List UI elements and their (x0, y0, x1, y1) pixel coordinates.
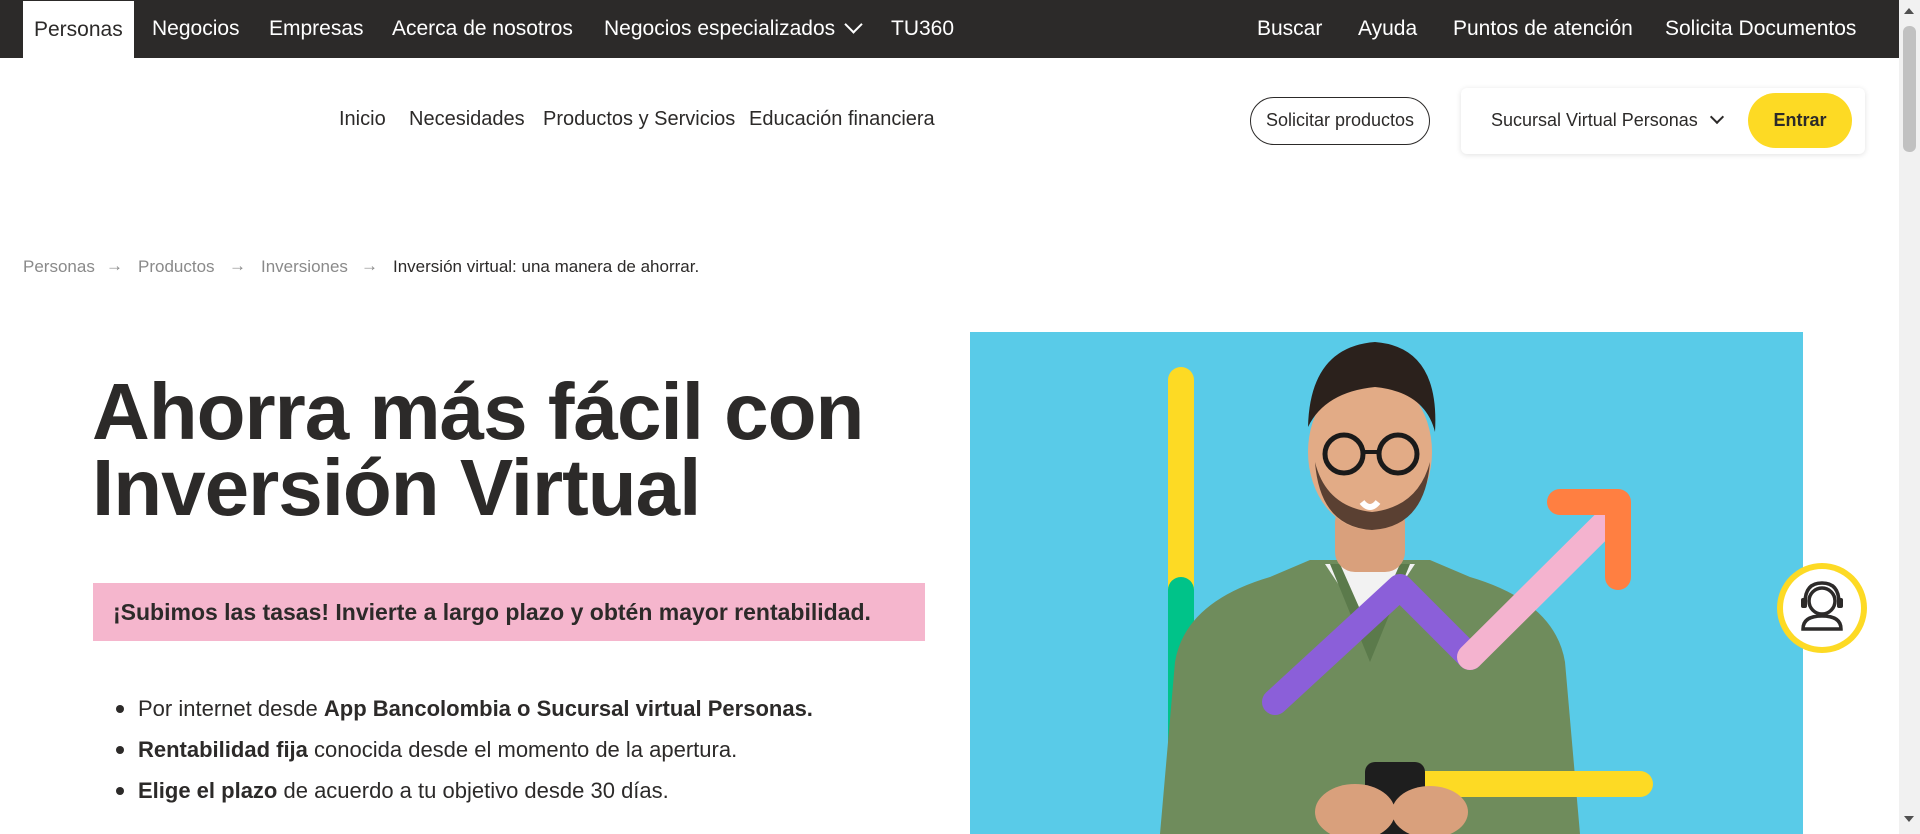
breadcrumb-productos[interactable]: Productos (138, 257, 215, 277)
chevron-down-icon (1709, 109, 1724, 125)
hero-image (970, 332, 1803, 834)
nav-inicio[interactable]: Inicio (339, 108, 386, 131)
list-item: Elige el plazo de acuerdo a tu objetivo … (116, 770, 813, 811)
sucursal-virtual-panel: Sucursal Virtual Personas Entrar (1461, 88, 1865, 154)
tab-acerca-de-nosotros[interactable]: Acerca de nosotros (392, 0, 573, 58)
nav-productos-y-servicios[interactable]: Productos y Servicios (543, 108, 735, 131)
nav-educacion-financiera[interactable]: Educación financiera (749, 108, 935, 131)
arrow-right-icon: → (229, 256, 246, 275)
chat-assistant-icon (1783, 569, 1861, 647)
benefits-list: Por internet desde App Bancolombia o Suc… (116, 688, 813, 811)
bullet-bold: Rentabilidad fija (138, 737, 308, 762)
solicita-documentos-link[interactable]: Solicita Documentos (1665, 0, 1856, 58)
arrow-right-icon: → (106, 256, 123, 275)
tab-negocios-especializados[interactable]: Negocios especializados (604, 0, 863, 58)
ayuda-link[interactable]: Ayuda (1358, 0, 1417, 58)
buscar-link[interactable]: Buscar (1257, 0, 1322, 58)
page-title-line-2: Inversión Virtual (92, 443, 701, 532)
solicitar-productos-button[interactable]: Solicitar productos (1250, 97, 1430, 145)
page-title: Ahorra más fácil con Inversión Virtual (92, 372, 912, 528)
bullet-text: conocida desde el momento de la apertura… (307, 737, 738, 762)
tab-negocios-especializados-label: Negocios especializados (604, 17, 836, 40)
list-item: Rentabilidad fija conocida desde el mome… (116, 729, 813, 770)
scroll-thumb[interactable] (1903, 26, 1916, 152)
breadcrumb-personas[interactable]: Personas (23, 257, 95, 277)
bullet-bold: Elige el plazo (138, 778, 278, 803)
scroll-down-arrow-icon[interactable] (1904, 816, 1914, 822)
chevron-down-icon (844, 15, 863, 34)
tab-negocios[interactable]: Negocios (152, 0, 240, 58)
breadcrumb-current: Inversión virtual: una manera de ahorrar… (393, 257, 700, 276)
nav-necesidades[interactable]: Necesidades (409, 108, 525, 131)
bullet-text: de acuerdo a tu objetivo desde 30 días. (277, 778, 669, 803)
tab-empresas[interactable]: Empresas (269, 0, 364, 58)
list-item: Por internet desde App Bancolombia o Suc… (116, 688, 813, 729)
promo-text: ¡Subimos las tasas! Invierte a largo pla… (113, 599, 871, 625)
arrow-right-icon: → (361, 256, 378, 275)
bullet-text: Por internet desde (138, 696, 324, 721)
scroll-up-arrow-icon[interactable] (1904, 8, 1914, 14)
promo-banner: ¡Subimos las tasas! Invierte a largo pla… (93, 583, 925, 641)
puntos-de-atencion-link[interactable]: Puntos de atención (1453, 0, 1633, 58)
tab-tu360[interactable]: TU360 (891, 0, 954, 58)
top-nav-bar: Personas Negocios Empresas Acerca de nos… (0, 0, 1899, 60)
bullet-bold: App Bancolombia o Sucursal virtual Perso… (323, 696, 813, 721)
sucursal-virtual-dropdown[interactable]: Sucursal Virtual Personas (1491, 109, 1724, 131)
entrar-button[interactable]: Entrar (1748, 93, 1852, 148)
breadcrumb-inversiones[interactable]: Inversiones (261, 257, 348, 277)
sucursal-virtual-label: Sucursal Virtual Personas (1491, 110, 1698, 130)
page-scrollbar[interactable] (1899, 0, 1920, 834)
hero-illustration (1160, 342, 1653, 834)
chat-assistant-glyph (1801, 581, 1843, 631)
chat-assistant-button[interactable] (1777, 563, 1867, 653)
tab-personas[interactable]: Personas (23, 1, 134, 60)
